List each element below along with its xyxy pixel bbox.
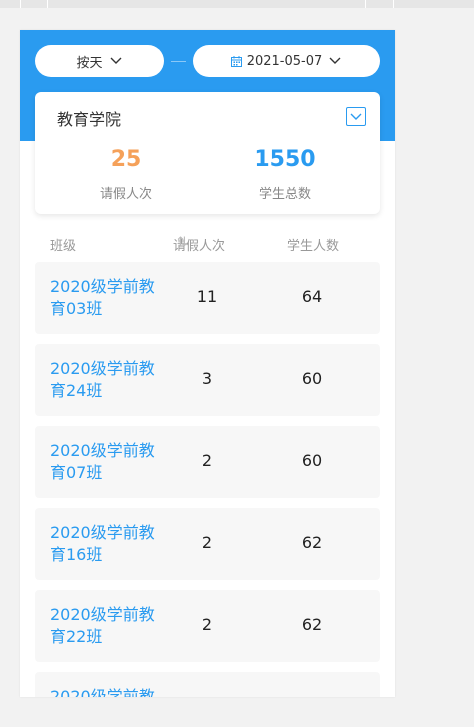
header-class: 班级 bbox=[50, 239, 77, 254]
table-row[interactable]: 2020级学前教育07班 2 60 bbox=[35, 426, 380, 498]
leave-value: 2 bbox=[201, 533, 213, 552]
leave-count: 25 bbox=[110, 147, 142, 172]
browser-top-strip bbox=[0, 0, 474, 8]
leave-value: 11 bbox=[196, 287, 218, 306]
students-value: 62 bbox=[301, 615, 323, 634]
leave-count-label: 请假人次 bbox=[99, 187, 152, 202]
header-students: 学生人数 bbox=[287, 239, 340, 254]
students-value: 60 bbox=[301, 369, 323, 388]
class-name-link[interactable]: 2020级学前教育07班 bbox=[50, 440, 160, 484]
college-name: 教育学院 bbox=[57, 110, 122, 129]
strip-divider bbox=[47, 0, 48, 8]
college-toggle-button[interactable] bbox=[346, 107, 366, 126]
leave-value: 2 bbox=[201, 451, 213, 470]
table-row[interactable]: 2020级学前教 bbox=[35, 672, 380, 697]
summary-card: 教育学院 25 请假人次 1550 学生总数 bbox=[35, 92, 380, 214]
strip-divider bbox=[393, 0, 394, 8]
period-select-label: 按天 bbox=[76, 55, 103, 71]
range-separator bbox=[171, 61, 186, 62]
period-select[interactable]: 按天 bbox=[35, 45, 164, 77]
date-picker-label: 2021-05-07 bbox=[246, 53, 323, 69]
table-row[interactable]: 2020级学前教育24班 3 60 bbox=[35, 344, 380, 416]
students-value: 60 bbox=[301, 451, 323, 470]
class-name-link[interactable]: 2020级学前教育16班 bbox=[50, 522, 160, 566]
table-row[interactable]: 2020级学前教育03班 11 64 bbox=[35, 262, 380, 334]
date-picker[interactable]: 2021-05-07 bbox=[193, 45, 380, 77]
leave-value: 2 bbox=[201, 615, 213, 634]
table-header: 班级 请假人次 ⇅ 学生人数 bbox=[50, 235, 380, 255]
sort-icon[interactable]: ⇅ bbox=[177, 235, 188, 250]
class-name-link[interactable]: 2020级学前教 bbox=[50, 686, 160, 697]
class-name-link[interactable]: 2020级学前教育22班 bbox=[50, 604, 160, 648]
leave-value: 3 bbox=[201, 369, 213, 388]
table-row[interactable]: 2020级学前教育16班 2 62 bbox=[35, 508, 380, 580]
student-total-stat: 1550 学生总数 bbox=[200, 147, 370, 202]
table-row[interactable]: 2020级学前教育22班 2 62 bbox=[35, 590, 380, 662]
class-name-link[interactable]: 2020级学前教育03班 bbox=[50, 276, 160, 320]
students-value: 62 bbox=[301, 533, 323, 552]
strip-divider bbox=[20, 0, 21, 8]
leave-stat: 25 请假人次 bbox=[41, 147, 211, 202]
strip-divider bbox=[365, 0, 366, 8]
student-total-label: 学生总数 bbox=[258, 187, 311, 202]
chevron-down-icon bbox=[110, 57, 121, 64]
mobile-viewport: 按天 2021-05-07 教育学院 25 请假人次 1550 学生总数 班级 … bbox=[20, 30, 395, 697]
chevron-down-icon bbox=[329, 57, 341, 64]
class-name-link[interactable]: 2020级学前教育24班 bbox=[50, 358, 160, 402]
calendar-icon bbox=[230, 55, 242, 67]
chevron-down-icon bbox=[350, 113, 362, 120]
students-value: 64 bbox=[301, 287, 323, 306]
class-list: 2020级学前教育03班 11 64 2020级学前教育24班 3 60 202… bbox=[35, 262, 380, 697]
student-total: 1550 bbox=[254, 147, 316, 172]
